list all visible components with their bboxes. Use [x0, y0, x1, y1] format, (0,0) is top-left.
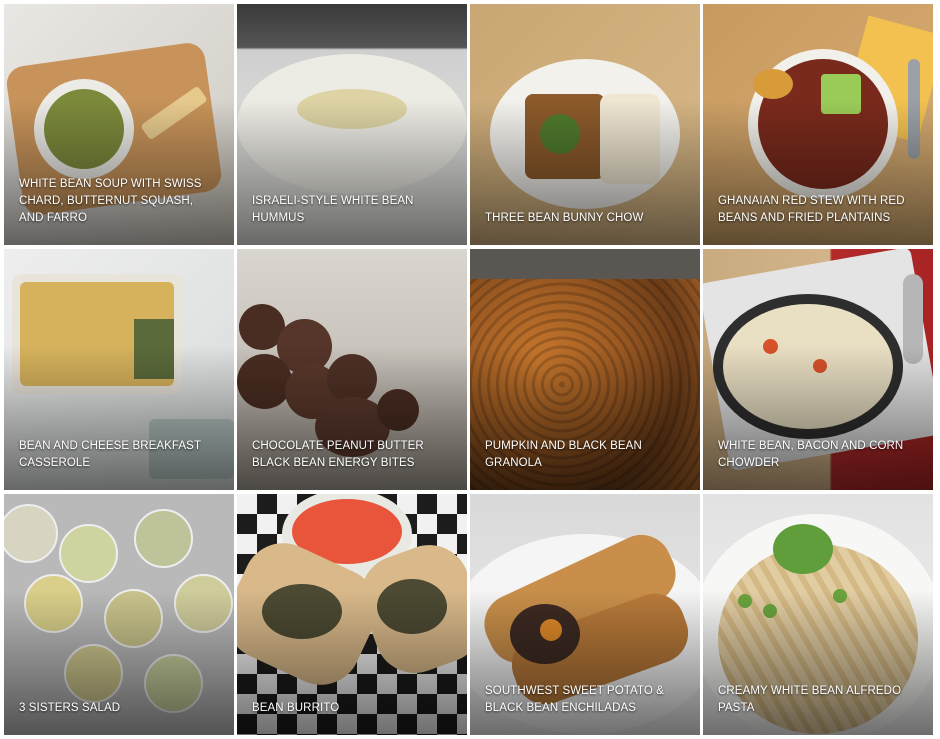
recipe-title: WHITE BEAN, BACON AND CORN CHOWDER — [718, 440, 904, 469]
recipe-title: CREAMY WHITE BEAN ALFREDO PASTA — [718, 685, 902, 714]
recipe-card-white-bean-alfredo[interactable]: CREAMY WHITE BEAN ALFREDO PASTA — [703, 494, 933, 735]
recipe-card-sweet-potato-enchiladas[interactable]: SOUTHWEST SWEET POTATO & BLACK BEAN ENCH… — [470, 494, 700, 735]
recipe-title: PUMPKIN AND BLACK BEAN GRANOLA — [485, 440, 642, 469]
recipe-card-energy-bites[interactable]: CHOCOLATE PEANUT BUTTER BLACK BEAN ENERG… — [237, 249, 467, 490]
recipe-title: ISRAELI-STYLE WHITE BEAN HUMMUS — [252, 195, 414, 224]
recipe-title: THREE BEAN BUNNY CHOW — [485, 212, 644, 224]
recipe-card-white-bean-hummus[interactable]: ISRAELI-STYLE WHITE BEAN HUMMUS — [237, 4, 467, 245]
recipe-card-pumpkin-granola[interactable]: PUMPKIN AND BLACK BEAN GRANOLA — [470, 249, 700, 490]
recipe-card-3-sisters-salad[interactable]: 3 SISTERS SALAD — [4, 494, 234, 735]
recipe-title: SOUTHWEST SWEET POTATO & BLACK BEAN ENCH… — [485, 685, 664, 714]
recipe-card-bean-bacon-corn-chowder[interactable]: WHITE BEAN, BACON AND CORN CHOWDER — [703, 249, 933, 490]
recipe-card-bean-burrito[interactable]: BEAN BURRITO — [237, 494, 467, 735]
recipe-title: GHANAIAN RED STEW WITH RED BEANS AND FRI… — [718, 195, 905, 224]
recipe-grid: WHITE BEAN SOUP WITH SWISS CHARD, BUTTER… — [0, 0, 940, 739]
recipe-title: BEAN AND CHEESE BREAKFAST CASSEROLE — [19, 440, 201, 469]
recipe-title: WHITE BEAN SOUP WITH SWISS CHARD, BUTTER… — [19, 178, 202, 224]
recipe-card-breakfast-casserole[interactable]: BEAN AND CHEESE BREAKFAST CASSEROLE — [4, 249, 234, 490]
recipe-title: BEAN BURRITO — [252, 702, 340, 714]
recipe-title: CHOCOLATE PEANUT BUTTER BLACK BEAN ENERG… — [252, 440, 424, 469]
recipe-title: 3 SISTERS SALAD — [19, 702, 121, 714]
recipe-card-white-bean-soup[interactable]: WHITE BEAN SOUP WITH SWISS CHARD, BUTTER… — [4, 4, 234, 245]
recipe-card-ghanaian-red-stew[interactable]: GHANAIAN RED STEW WITH RED BEANS AND FRI… — [703, 4, 933, 245]
recipe-card-three-bean-bunny-chow[interactable]: THREE BEAN BUNNY CHOW — [470, 4, 700, 245]
